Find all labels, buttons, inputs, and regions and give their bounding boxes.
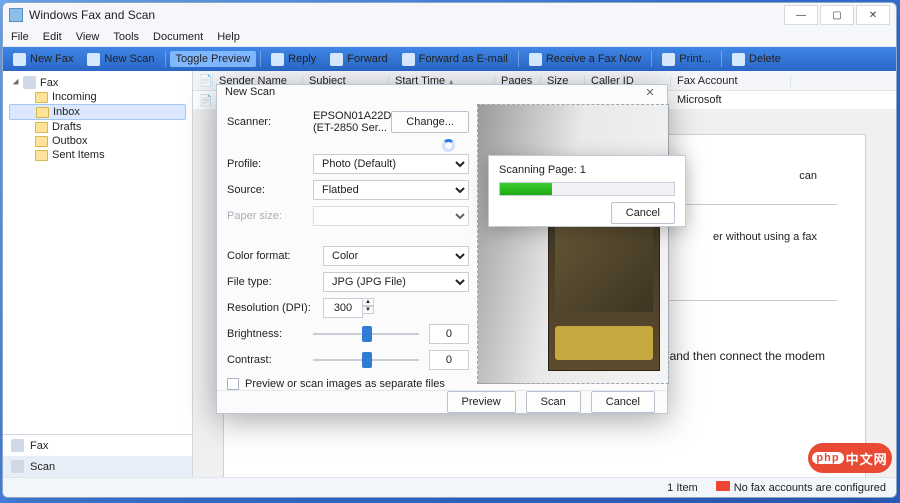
tree-sent[interactable]: Sent Items — [9, 148, 186, 162]
flag-icon — [716, 481, 730, 491]
contrast-slider[interactable] — [313, 352, 419, 368]
scanner-icon — [11, 460, 24, 473]
fax-icon — [13, 53, 26, 66]
watermark-badge: php中文网 — [808, 443, 892, 473]
col-account[interactable]: Fax Account — [671, 75, 791, 87]
new-fax-button[interactable]: New Fax — [7, 51, 79, 68]
forward-button[interactable]: Forward — [324, 51, 393, 68]
scanner-icon — [87, 53, 100, 66]
resolution-label: Resolution (DPI): — [227, 302, 313, 314]
toggle-preview-button[interactable]: Toggle Preview — [170, 51, 257, 67]
fax-folder-icon — [23, 76, 36, 89]
app-icon — [9, 8, 23, 22]
separate-files-checkbox[interactable]: Preview or scan images as separate files — [227, 378, 469, 390]
menu-help[interactable]: Help — [217, 31, 240, 43]
dpi-down-button[interactable]: ▼ — [362, 306, 374, 314]
view-switcher: Fax Scan — [3, 434, 192, 477]
window-title: Windows Fax and Scan — [29, 8, 784, 22]
reply-icon — [271, 53, 284, 66]
print-button[interactable]: Print... — [656, 51, 717, 68]
folder-tree: Fax Incoming Inbox Drafts Outbox Sent It… — [3, 71, 192, 434]
folder-icon — [35, 122, 48, 133]
dpi-up-button[interactable]: ▲ — [362, 298, 374, 306]
dialog-title: New Scan — [225, 86, 275, 98]
scan-progress-popup: Scanning Page: 1 Cancel — [488, 155, 686, 227]
contrast-value[interactable] — [429, 350, 469, 370]
contrast-label: Contrast: — [227, 354, 313, 366]
profile-label: Profile: — [227, 158, 313, 170]
folder-icon — [35, 150, 48, 161]
forward-icon — [330, 53, 343, 66]
paper-size-label: Paper size: — [227, 210, 313, 222]
status-bar: 1 Item No fax accounts are configured — [3, 477, 896, 497]
delete-button[interactable]: Delete — [726, 51, 787, 68]
maximize-button[interactable]: ▢ — [820, 5, 854, 25]
folder-icon — [35, 92, 48, 103]
menu-file[interactable]: File — [11, 31, 29, 43]
minimize-button[interactable]: — — [784, 5, 818, 25]
progress-bar — [499, 182, 675, 196]
menu-bar: File Edit View Tools Document Help — [3, 27, 896, 47]
dialog-cancel-button[interactable]: Cancel — [591, 391, 655, 413]
cell-account: Microsoft — [671, 94, 791, 106]
profile-select[interactable]: Photo (Default) — [313, 154, 469, 174]
brightness-label: Brightness: — [227, 328, 313, 340]
forward-email-button[interactable]: Forward as E-mail — [396, 51, 514, 68]
color-format-select[interactable]: Color — [323, 246, 469, 266]
toolbar: New Fax New Scan Toggle Preview Reply Fo… — [3, 47, 896, 71]
switch-scan[interactable]: Scan — [3, 456, 192, 477]
file-type-select[interactable]: JPG (JPG File) — [323, 272, 469, 292]
scanner-label: Scanner: — [227, 116, 313, 128]
tree-drafts[interactable]: Drafts — [9, 120, 186, 134]
status-nofax: No fax accounts are configured — [716, 481, 886, 494]
tree-root-fax[interactable]: Fax — [9, 75, 186, 90]
fax-icon — [11, 439, 24, 452]
checkbox-icon — [227, 378, 239, 390]
progress-label: Scanning Page: 1 — [499, 164, 675, 176]
menu-edit[interactable]: Edit — [43, 31, 62, 43]
expand-icon — [13, 78, 21, 86]
brightness-slider[interactable] — [313, 326, 419, 342]
title-bar: Windows Fax and Scan — ▢ ✕ — [3, 3, 896, 27]
resolution-input[interactable] — [323, 298, 363, 318]
file-type-label: File type: — [227, 276, 313, 288]
loading-spinner-icon — [442, 139, 455, 152]
progress-cancel-button[interactable]: Cancel — [611, 202, 675, 224]
print-icon — [662, 53, 675, 66]
folder-icon — [36, 107, 49, 118]
menu-tools[interactable]: Tools — [113, 31, 139, 43]
mail-icon — [402, 53, 415, 66]
new-scan-dialog: New Scan ✕ Scanner: EPSON01A22D (ET-2850… — [216, 84, 668, 414]
tree-outbox[interactable]: Outbox — [9, 134, 186, 148]
delete-icon — [732, 53, 745, 66]
receive-icon — [529, 53, 542, 66]
dialog-preview-button[interactable]: Preview — [447, 391, 516, 413]
status-items: 1 Item — [667, 482, 698, 494]
close-button[interactable]: ✕ — [856, 5, 890, 25]
scan-preview-area[interactable] — [477, 104, 669, 384]
scanner-name: EPSON01A22D (ET-2850 Ser... — [313, 110, 391, 134]
tree-incoming[interactable]: Incoming — [9, 90, 186, 104]
tree-inbox[interactable]: Inbox — [9, 104, 186, 120]
col-icon[interactable]: 📄 — [193, 74, 213, 87]
dialog-close-button[interactable]: ✕ — [641, 86, 659, 99]
folder-icon — [35, 136, 48, 147]
change-scanner-button[interactable]: Change... — [391, 111, 469, 133]
source-select[interactable]: Flatbed — [313, 180, 469, 200]
new-scan-button[interactable]: New Scan — [81, 51, 160, 68]
menu-document[interactable]: Document — [153, 31, 203, 43]
brightness-value[interactable] — [429, 324, 469, 344]
color-format-label: Color format: — [227, 250, 313, 262]
switch-fax[interactable]: Fax — [3, 435, 192, 456]
source-label: Source: — [227, 184, 313, 196]
paper-size-select — [313, 206, 469, 226]
dialog-scan-button[interactable]: Scan — [526, 391, 581, 413]
reply-button[interactable]: Reply — [265, 51, 322, 68]
menu-view[interactable]: View — [76, 31, 100, 43]
receive-fax-button[interactable]: Receive a Fax Now — [523, 51, 647, 68]
